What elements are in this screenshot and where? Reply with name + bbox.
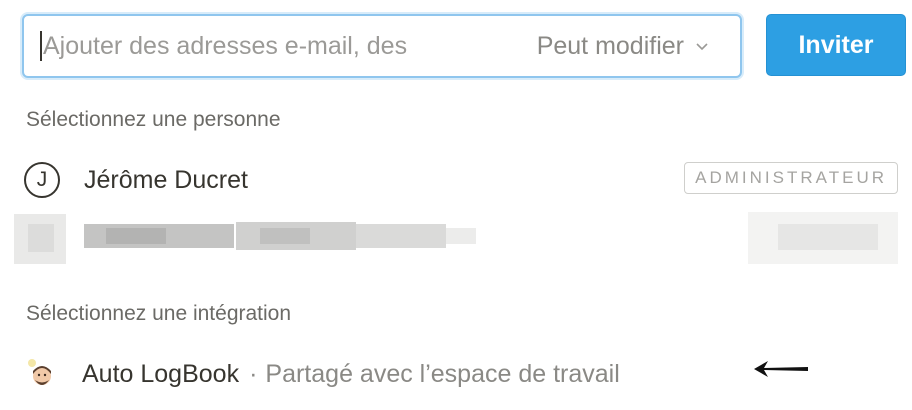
- avatar: J: [24, 162, 60, 198]
- integration-separator: ·: [249, 359, 258, 388]
- chevron-down-icon: [696, 43, 708, 51]
- invite-email-input[interactable]: [42, 26, 537, 66]
- integration-section-title: Sélectionnez une intégration: [26, 302, 292, 325]
- integration-name: Auto LogBook: [82, 359, 240, 388]
- people-section-title: Sélectionnez une personne: [26, 108, 281, 131]
- redacted-person-row: [10, 206, 910, 270]
- auto-logbook-icon: [28, 359, 51, 385]
- invite-button[interactable]: Inviter: [766, 14, 906, 76]
- permission-label: Peut modifier: [536, 31, 684, 60]
- integration-description: Partagé avec l’espace de travail: [265, 359, 620, 388]
- integration-row[interactable]: Auto LogBook · Partagé avec l’espace de …: [26, 352, 826, 396]
- permission-dropdown[interactable]: Peut modifier: [537, 32, 708, 61]
- avatar-initial: J: [36, 168, 48, 191]
- invite-box[interactable]: Peut modifier: [22, 14, 742, 78]
- person-row[interactable]: J Jérôme Ducret ADMINISTRATEUR: [24, 158, 898, 202]
- arrow-left-icon: [754, 361, 808, 377]
- role-badge: ADMINISTRATEUR: [684, 162, 898, 194]
- person-name: Jérôme Ducret: [84, 165, 248, 194]
